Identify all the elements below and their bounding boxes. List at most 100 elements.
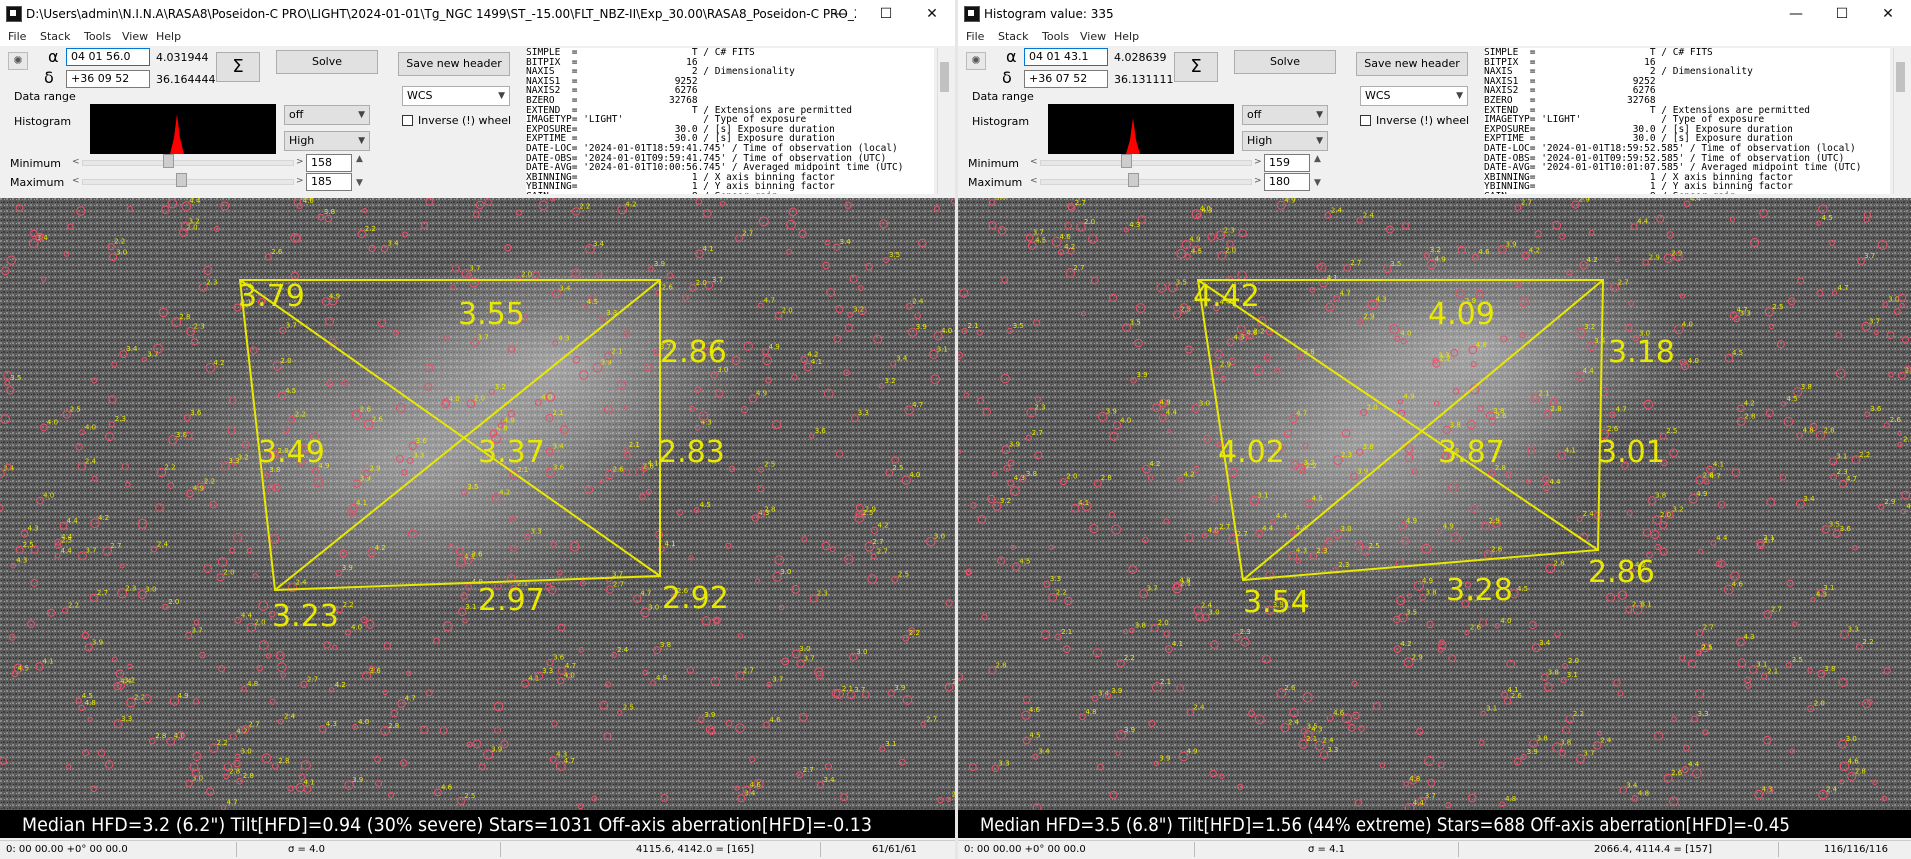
star-hfd-label: 3.7 — [286, 321, 297, 329]
delta-input[interactable]: +36 09 52 — [66, 70, 150, 88]
star-hfd-label: 3.9 — [704, 711, 715, 719]
menu-help[interactable]: Help — [1114, 30, 1139, 43]
menu-tools[interactable]: Tools — [1042, 30, 1069, 43]
chevron-left-icon[interactable]: < — [72, 157, 80, 167]
wcs-combo[interactable]: WCS ▼ — [1360, 86, 1468, 106]
solve-button[interactable]: Solve — [276, 50, 378, 74]
stack-sigma-button[interactable]: Σ — [1174, 52, 1218, 82]
delta-input[interactable]: +36 07 52 — [1024, 70, 1108, 88]
star-hfd-label: 4.4 — [1637, 218, 1649, 226]
alpha-input[interactable]: 04 01 56.0 — [66, 48, 150, 66]
star-hfd-label: 4.9 — [1284, 198, 1295, 204]
star-hfd-label: 4.1 — [1172, 640, 1183, 648]
chevron-left-icon[interactable]: < — [1030, 157, 1038, 167]
close-icon[interactable]: ✕ — [1865, 0, 1911, 28]
solve-button[interactable]: Solve — [1234, 50, 1336, 74]
close-icon[interactable]: ✕ — [909, 0, 955, 28]
fits-header-memo[interactable]: SIMPLE = T / C# FITS BITPIX = 16 NAXIS = 2… — [1484, 48, 1890, 194]
quality-combo[interactable]: High ▼ — [1242, 131, 1328, 151]
spin-up-icon[interactable]: ▲ — [356, 154, 363, 164]
star-hfd-label: 2.8 — [229, 767, 240, 775]
star-hfd-label: 2.3 — [125, 584, 136, 592]
star-hfd-label: 3.4 — [559, 285, 571, 293]
chevron-right-icon[interactable]: > — [1254, 176, 1262, 186]
star-hfd-label: 2.8 — [764, 505, 775, 513]
chevron-left-icon[interactable]: < — [1030, 176, 1038, 186]
delta-label: δ — [1002, 68, 1012, 87]
scrollbar-thumb[interactable] — [1896, 62, 1905, 92]
menu-help[interactable]: Help — [156, 30, 181, 43]
star-hfd-label: 3.8 — [1537, 734, 1548, 742]
menu-view[interactable]: View — [1080, 30, 1106, 43]
stack-sigma-button[interactable]: Σ — [216, 52, 260, 82]
inverse-wheel-checkbox[interactable] — [1360, 115, 1371, 126]
maximize-icon[interactable]: ☐ — [863, 0, 909, 28]
spin-down-icon[interactable]: ▼ — [356, 178, 363, 188]
star-hfd-label: 2.8 — [1101, 474, 1112, 482]
quality-combo[interactable]: High ▼ — [284, 131, 370, 151]
menu-stack[interactable]: Stack — [40, 30, 70, 43]
star-hfd-label: 3.2 — [1304, 459, 1315, 467]
settings-gear-icon[interactable]: ✺ — [966, 52, 986, 70]
star-hfd-label: 3.8 — [324, 208, 335, 216]
spin-up-icon[interactable]: ▲ — [1314, 154, 1321, 164]
minimum-slider[interactable] — [82, 160, 294, 166]
minimize-icon[interactable]: — — [817, 0, 863, 28]
stretch-combo[interactable]: off ▼ — [1242, 105, 1328, 125]
maximum-slider-thumb[interactable] — [176, 173, 187, 187]
star-hfd-label: 2.1 — [1539, 389, 1550, 397]
star-field-image[interactable]: 2.83.94.54.73.63.74.73.62.74.33.13.92.62… — [0, 198, 955, 838]
star-hfd-label: 4.2 — [98, 514, 109, 522]
stretch-combo[interactable]: off ▼ — [284, 105, 370, 125]
stretch-combo-value: off — [1247, 108, 1262, 121]
minimum-slider-thumb[interactable] — [1121, 154, 1132, 168]
wcs-combo[interactable]: WCS ▼ — [402, 86, 510, 106]
star-hfd-label: 4.9 — [1422, 577, 1433, 585]
star-hfd-label: 2.0 — [1158, 619, 1169, 627]
chevron-left-icon[interactable]: < — [72, 176, 80, 186]
menu-file[interactable]: File — [8, 30, 26, 43]
star-hfd-label: 4.6 — [441, 783, 453, 791]
menu-file[interactable]: File — [966, 30, 984, 43]
minimum-slider[interactable] — [1040, 160, 1252, 166]
star-hfd-label: 4.2 — [1529, 246, 1540, 254]
menu-view[interactable]: View — [122, 30, 148, 43]
minimum-slider-thumb[interactable] — [163, 154, 174, 168]
fits-header-scrollbar[interactable] — [1893, 48, 1908, 194]
chevron-right-icon[interactable]: > — [296, 176, 304, 186]
spin-down-icon[interactable]: ▼ — [1314, 178, 1321, 188]
maximum-input[interactable]: 180 — [1264, 173, 1310, 191]
maximum-slider[interactable] — [82, 179, 294, 185]
minimize-icon[interactable]: — — [1773, 0, 1819, 28]
star-hfd-label: 3.9 — [894, 684, 905, 692]
maximize-icon[interactable]: ☐ — [1819, 0, 1865, 28]
maximum-slider[interactable] — [1040, 179, 1252, 185]
star-hfd-label: 4.1 — [356, 499, 367, 507]
save-header-button[interactable]: Save new header — [1356, 52, 1468, 76]
star-hfd-label: 2.4 — [1288, 719, 1300, 727]
menu-stack[interactable]: Stack — [998, 30, 1028, 43]
fits-header-memo[interactable]: SIMPLE = T / C# FITS BITPIX = 16 NAXIS = 2… — [526, 48, 934, 194]
minimum-input[interactable]: 158 — [306, 154, 352, 172]
maximum-input[interactable]: 185 — [306, 173, 352, 191]
scrollbar-thumb[interactable] — [940, 62, 949, 92]
chevron-right-icon[interactable]: > — [1254, 157, 1262, 167]
fits-header-scrollbar[interactable] — [937, 48, 952, 194]
settings-gear-icon[interactable]: ✺ — [8, 52, 28, 70]
fits-header-line: GAIN = 8 / Sensor gain — [1484, 192, 1890, 194]
alpha-input[interactable]: 04 01 43.1 — [1024, 48, 1108, 66]
star-field-image[interactable]: 2.7 2.1 3.4 4.0 2.6 3.4 4.7 3.9 3.6 2.3 2.2 3.2 3.8 2… — [958, 198, 1911, 838]
histogram-display[interactable] — [1048, 104, 1234, 154]
menu-tools[interactable]: Tools — [84, 30, 111, 43]
star-hfd-label: 2.8 — [1744, 413, 1755, 421]
save-header-button[interactable]: Save new header — [398, 52, 510, 76]
maximum-slider-thumb[interactable] — [1128, 173, 1139, 187]
chevron-right-icon[interactable]: > — [296, 157, 304, 167]
image-viewer[interactable]: 2.7 2.1 3.4 4.0 2.6 3.4 4.7 3.9 3.6 2.3 2.2 3.2 3.8 2… — [958, 198, 1911, 838]
star-hfd-label: 4.9 — [504, 417, 515, 425]
image-viewer[interactable]: 2.83.94.54.73.63.74.73.62.74.33.13.92.62… — [0, 198, 955, 838]
histogram-display[interactable] — [90, 104, 276, 154]
star-hfd-label: 4.4 — [241, 611, 253, 619]
minimum-input[interactable]: 159 — [1264, 154, 1310, 172]
inverse-wheel-checkbox[interactable] — [402, 115, 413, 126]
